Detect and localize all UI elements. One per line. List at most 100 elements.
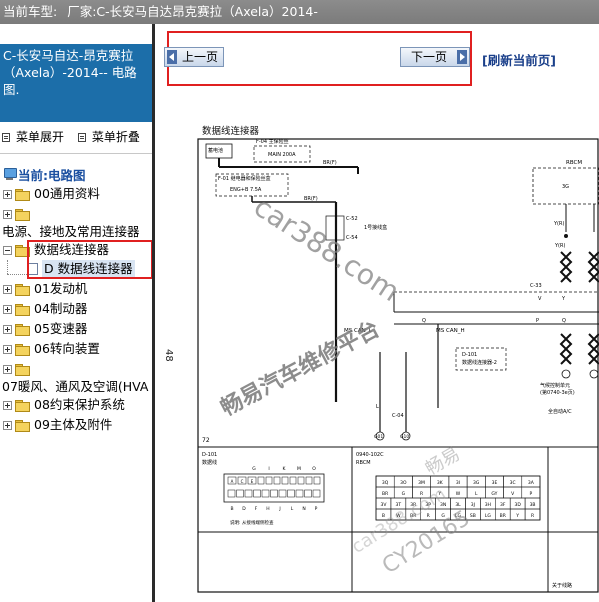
next-page-button[interactable]: 下一页 [400, 47, 470, 67]
pin-label: 3G [473, 480, 480, 486]
refresh-page-link[interactable]: [刷新当前页] [482, 50, 556, 69]
folder-icon [15, 419, 30, 432]
pin-label: W [396, 513, 401, 519]
wire-label-q: Q [422, 318, 426, 324]
expand-plus-icon[interactable] [3, 209, 12, 219]
tree-item-engine[interactable]: 01发动机 [0, 280, 87, 298]
tree-item-general[interactable]: 00通用资料 [0, 185, 100, 203]
pin-v: V [538, 296, 542, 302]
wire-label-q2: Q [562, 318, 566, 324]
pin-label: 3K [437, 480, 444, 486]
pin-cell [312, 489, 321, 498]
current-node[interactable]: 当前:电路图 [3, 165, 86, 183]
ms-can-h-label: MS CAN_H [436, 328, 465, 334]
expand-plus-icon[interactable] [3, 284, 12, 294]
pin-label: 3F [500, 502, 506, 508]
tree-item-hvac[interactable]: 07暖风、通风及空调(HVA [2, 378, 149, 396]
terminal [561, 369, 571, 379]
connector-d101-name: 数据线 [202, 459, 217, 466]
pin-cell [295, 489, 304, 498]
pin-cell [297, 476, 305, 485]
pin-label: I [268, 466, 269, 472]
collapse-minus-icon[interactable] [3, 245, 12, 255]
pin-l: L [376, 404, 379, 410]
pin-label: SB [470, 513, 476, 519]
wire-label: BR(F) [304, 196, 318, 202]
pin-label: W [456, 491, 461, 497]
pin-label: A [231, 479, 234, 484]
tree-item-restraints[interactable]: 08约束保护系统 [0, 396, 125, 414]
pin-label: 3N [440, 502, 446, 508]
pin-label: Y [515, 513, 519, 519]
pin-label: B [230, 506, 233, 512]
pin-y: Y [561, 296, 566, 302]
pin-label: G [402, 491, 406, 497]
climate-note: (第0740-3e页) [540, 389, 575, 396]
collapse-all-button[interactable]: 菜单折叠 [77, 128, 140, 146]
folder-icon [15, 283, 30, 296]
pin-label: LG [485, 513, 492, 519]
pin-cell [227, 489, 236, 498]
expand-all-button[interactable]: 菜单展开 [2, 128, 64, 146]
pin-cell [257, 476, 265, 485]
pin-label: 3M [418, 480, 425, 486]
expand-plus-icon[interactable] [3, 420, 12, 430]
tree-connector-line [7, 260, 8, 274]
pin-label: M [297, 466, 301, 472]
pin-label: C [241, 479, 244, 484]
expand-plus-icon[interactable] [3, 344, 12, 354]
arrow-left-icon [167, 50, 177, 64]
tree-item-transmission[interactable]: 05变速器 [0, 320, 87, 338]
pin-cell [289, 476, 297, 485]
pin-cell [304, 489, 312, 498]
pin-label: L [475, 491, 478, 497]
pin-cell [236, 489, 244, 498]
tree-item-power-ground[interactable]: 电源、接地及常用连接器 [2, 223, 140, 241]
tree-item-brakes[interactable]: 04制动器 [0, 300, 87, 318]
pin-label: BR [382, 491, 388, 497]
wire-label: Y(R) [554, 243, 565, 249]
pin-label: R [427, 513, 430, 519]
expand-plus-icon[interactable] [3, 400, 12, 410]
pin-label: 3G [562, 184, 569, 190]
pin-label: K [283, 466, 287, 472]
tree-item-label: 电源、接地及常用连接器 [2, 224, 140, 239]
tree-item-hvac-icons[interactable] [0, 360, 34, 378]
sidebar: C-长安马自达-昂克赛拉（Axela）-2014-- 电路图. 菜单展开 菜单折… [0, 24, 155, 602]
arrow-right-icon [457, 50, 467, 64]
tree-item-label: 05变速器 [34, 321, 88, 336]
auto-ac-label: 全自动A/C [548, 408, 572, 415]
prev-page-button[interactable]: 上一页 [164, 47, 224, 67]
d101-pin-grid: G I K M O A C E B D F H J L N P [227, 466, 321, 512]
expand-plus-icon[interactable] [3, 304, 12, 314]
about-wiring-label: 关于线路 [552, 582, 572, 589]
pin-label: BR [500, 513, 506, 519]
pin-label: 3B [530, 502, 536, 508]
expand-plus-icon[interactable] [3, 364, 12, 374]
tree-item-body[interactable]: 09主体及附件 [0, 416, 112, 434]
pin-label: 3T [396, 502, 402, 508]
pin-label: R [531, 513, 534, 519]
expand-plus-icon[interactable] [3, 324, 12, 334]
content-area: 上一页 下一页 [刷新当前页] 数据线连接器 48 蓄电池 F-04 主保险丝 … [158, 24, 599, 602]
pin-label: V [511, 491, 515, 497]
terminal [589, 369, 599, 379]
pin-label: 3A [528, 480, 535, 486]
c52-label: C-52 [346, 216, 358, 222]
pin-label: BR [410, 513, 416, 519]
tree-item-power-ground-icons[interactable] [0, 205, 34, 223]
tree-item-steering[interactable]: 06转向装置 [0, 340, 100, 358]
sidebar-title: C-长安马自达-昂克赛拉（Axela）-2014-- 电路图. [0, 44, 152, 122]
diagram-title: 数据线连接器 [202, 125, 260, 137]
pin-cell [244, 489, 253, 498]
pin-cell [287, 489, 295, 498]
expand-plus-icon[interactable] [3, 189, 12, 199]
vehicle-bar: 当前车型: 厂家:C-长安马自达昂克赛拉（Axela）2014- [0, 0, 599, 24]
main-fuse-label: MAIN 200A [268, 152, 296, 158]
pin-cell [265, 476, 273, 485]
wiring-diagram: 数据线连接器 48 蓄电池 F-04 主保险丝 MAIN 200A BR(F) … [158, 112, 599, 602]
folder-icon [15, 399, 30, 412]
pin-label: G [252, 466, 256, 472]
tree-item-label: 01发动机 [34, 281, 88, 296]
pin-cell [270, 489, 278, 498]
